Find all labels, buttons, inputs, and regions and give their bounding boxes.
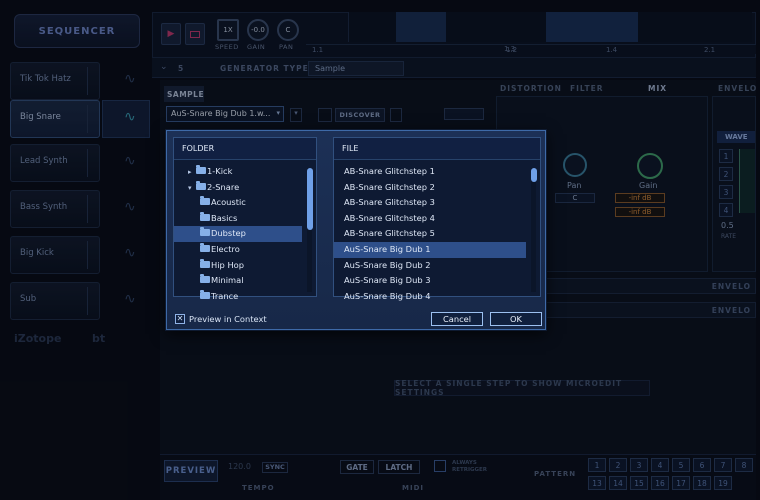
folder-label: Trance <box>211 290 239 301</box>
file-scrollbar[interactable] <box>531 168 536 292</box>
folder-icon <box>200 211 210 221</box>
file-header: FILE <box>334 138 540 160</box>
sample-browser-dialog: FOLDER ▸ 1-Kick ▾ 2-Snare Acoustic Basics Dubs… <box>166 130 546 330</box>
expand-arrow-icon[interactable]: ▾ <box>188 184 196 192</box>
folder-item[interactable]: Trance <box>174 289 302 305</box>
preview-in-context-label: Preview in Context <box>189 314 267 324</box>
folder-icon <box>196 180 206 190</box>
folder-icon <box>200 242 210 252</box>
folder-item[interactable]: Acoustic <box>174 195 302 211</box>
file-label: AB-Snare Glitchstep 4 <box>344 212 435 223</box>
folder-label: 1-Kick <box>207 166 233 176</box>
file-item[interactable]: AB-Snare Glitchstep 3 <box>334 195 526 211</box>
folder-label: 2-Snare <box>207 181 240 192</box>
folder-pane: FOLDER ▸ 1-Kick ▾ 2-Snare Acoustic Basics Dubs… <box>173 137 317 301</box>
file-label: AuS-Snare Big Dub 3 <box>344 275 431 286</box>
folder-label: Electro <box>211 243 240 254</box>
file-item[interactable]: AB-Snare Glitchstep 1 <box>334 164 526 180</box>
folder-icon <box>200 196 210 206</box>
folder-item[interactable]: Minimal <box>174 273 302 289</box>
file-label: AB-Snare Glitchstep 5 <box>344 228 435 239</box>
folder-list: ▸ 1-Kick ▾ 2-Snare Acoustic Basics Dubstep Elec… <box>174 164 302 304</box>
folder-icon <box>200 258 210 268</box>
file-item[interactable]: AuS-Snare Big Dub 1 <box>334 241 526 258</box>
folder-icon <box>200 289 210 299</box>
file-label: AuS-Snare Big Dub 4 <box>344 290 431 301</box>
folder-item[interactable]: Electro <box>174 242 302 258</box>
file-label: AB-Snare Glitchstep 3 <box>344 197 435 208</box>
folder-icon <box>196 165 206 174</box>
file-label: AB-Snare Glitchstep 2 <box>344 181 435 192</box>
folder-label: Hip Hop <box>211 259 245 270</box>
folder-icon <box>200 274 210 284</box>
folder-item[interactable]: Basics <box>174 211 302 227</box>
file-item[interactable]: AB-Snare Glitchstep 4 <box>334 211 526 227</box>
file-item[interactable]: AB-Snare Glitchstep 2 <box>334 180 526 196</box>
file-list: AB-Snare Glitchstep 1 AB-Snare Glitchstep… <box>334 164 526 304</box>
folder-label: Basics <box>211 212 238 223</box>
folder-scrollbar-thumb[interactable] <box>307 168 313 230</box>
folder-item[interactable]: ▾ 2-Snare <box>174 180 302 196</box>
file-scrollbar-thumb[interactable] <box>531 168 537 182</box>
file-label: AB-Snare Glitchstep 1 <box>344 166 435 176</box>
file-label: AuS-Snare Big Dub 2 <box>344 259 431 270</box>
sequencer-app: SEQUENCER Tik Tok Hatz ∿ Big Snare ∿ Lead Sy… <box>0 0 760 500</box>
folder-label: Minimal <box>211 275 244 286</box>
folder-item[interactable]: ▸ 1-Kick <box>174 164 302 180</box>
file-item[interactable]: AuS-Snare Big Dub 2 <box>334 258 526 274</box>
file-item[interactable]: AuS-Snare Big Dub 4 <box>334 289 526 305</box>
file-label: AuS-Snare Big Dub 1 <box>344 243 431 254</box>
folder-item[interactable]: Dubstep <box>174 226 302 242</box>
cancel-button[interactable]: Cancel <box>431 312 483 326</box>
folder-item[interactable]: Hip Hop <box>174 258 302 274</box>
collapse-arrow-icon[interactable]: ▸ <box>188 168 196 176</box>
folder-icon <box>200 227 210 237</box>
folder-header: FOLDER <box>174 138 316 160</box>
folder-label: Acoustic <box>211 197 246 208</box>
preview-in-context-checkbox[interactable]: ✕ <box>175 314 185 324</box>
file-pane: FILE AB-Snare Glitchstep 1 AB-Snare Glitc… <box>333 137 541 301</box>
file-item[interactable]: AuS-Snare Big Dub 3 <box>334 273 526 289</box>
folder-label: Dubstep <box>211 228 246 239</box>
ok-button[interactable]: OK <box>490 312 542 326</box>
file-item[interactable]: AB-Snare Glitchstep 5 <box>334 226 526 242</box>
